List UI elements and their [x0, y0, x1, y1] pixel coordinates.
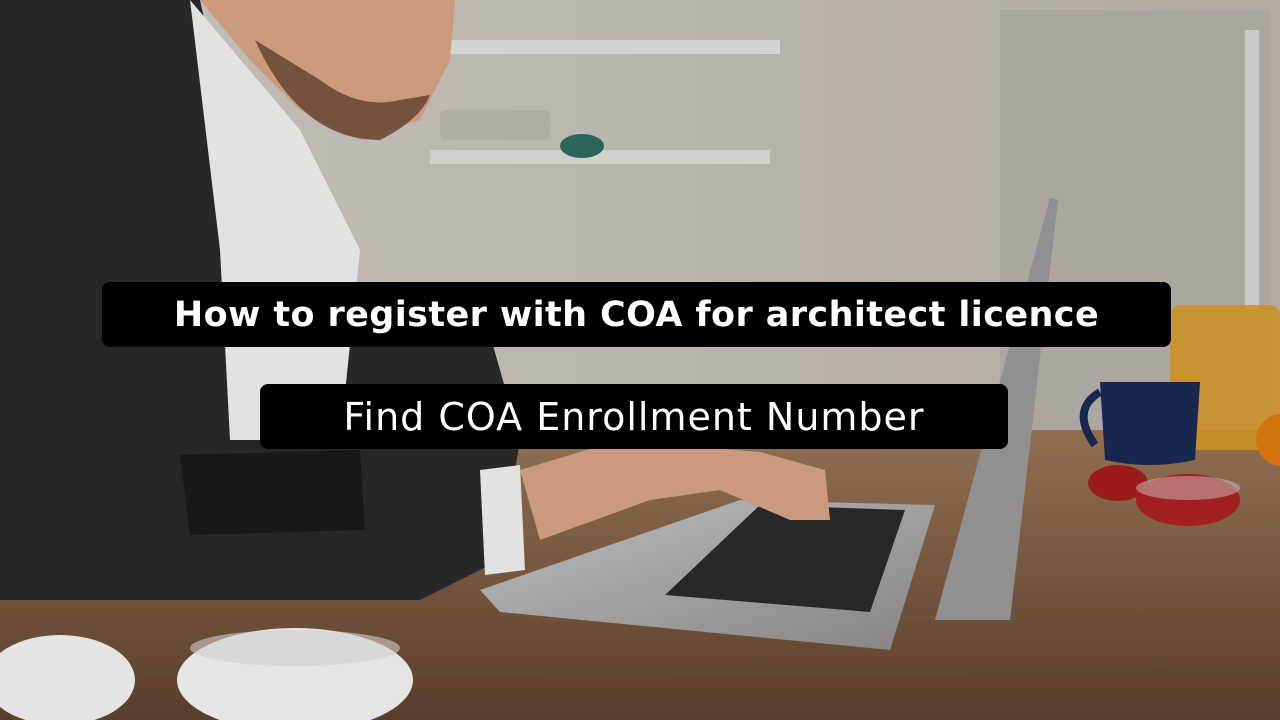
video-title-caption: How to register with COA for architect l… [102, 282, 1171, 347]
video-subtitle-caption: Find COA Enrollment Number [260, 384, 1008, 449]
background-photo [0, 0, 1280, 720]
video-frame: How to register with COA for architect l… [0, 0, 1280, 720]
